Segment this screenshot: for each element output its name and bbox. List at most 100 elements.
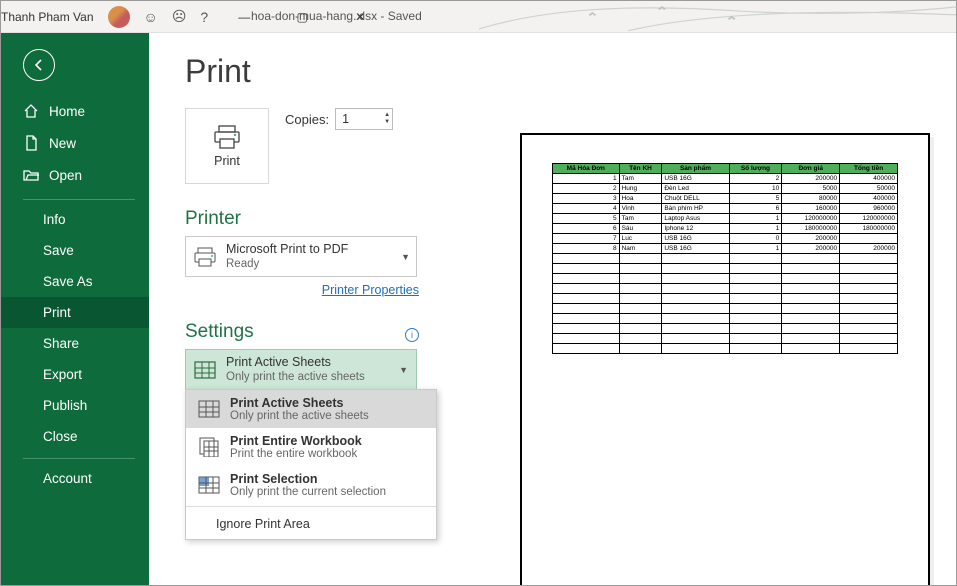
sidebar-label: Open xyxy=(49,168,82,183)
print-button[interactable]: Print xyxy=(185,108,269,184)
printer-icon xyxy=(212,124,242,150)
table-row-empty xyxy=(553,294,898,304)
sidebar-item-export[interactable]: Export xyxy=(1,359,149,390)
option-icon xyxy=(196,396,222,422)
print-page: Print Print Copies: 1 ▲▼ xyxy=(149,33,956,585)
sidebar-label: Export xyxy=(43,367,82,382)
sidebar-label: Save As xyxy=(43,274,93,289)
print-what-title: Print Active Sheets xyxy=(226,354,410,370)
sidebar-item-open[interactable]: Open xyxy=(1,159,149,191)
print-what-option[interactable]: Print Entire WorkbookPrint the entire wo… xyxy=(186,428,436,466)
printer-section-heading: Printer xyxy=(185,208,419,230)
new-icon xyxy=(23,135,39,151)
page-title: Print xyxy=(185,53,956,90)
sheets-icon xyxy=(192,357,218,383)
table-row: 6SáuIphone 121180000000180000000 xyxy=(553,224,898,234)
printer-device-icon xyxy=(192,244,218,270)
print-what-option[interactable]: Print Active SheetsOnly print the active… xyxy=(186,390,436,428)
feedback-frown-icon[interactable]: ☹ xyxy=(172,8,187,25)
preview-page: Mã Hóa ĐơnTên KHSản phẩmSố lượngĐơn giáT… xyxy=(520,133,930,585)
help-icon[interactable]: ? xyxy=(200,9,208,25)
option-title: Print Entire Workbook xyxy=(230,434,362,448)
option-title: Print Active Sheets xyxy=(230,396,369,410)
sidebar-item-print[interactable]: Print xyxy=(1,297,149,328)
table-header: Mã Hóa Đơn xyxy=(553,164,620,174)
sidebar-item-new[interactable]: New xyxy=(1,127,149,159)
copies-spinner[interactable]: ▲▼ xyxy=(384,112,390,126)
sidebar-label-account: Account xyxy=(43,471,92,486)
option-icon xyxy=(196,434,222,460)
table-row-empty xyxy=(553,334,898,344)
ignore-print-area[interactable]: Ignore Print Area xyxy=(186,509,436,539)
copies-value: 1 xyxy=(342,112,349,126)
printer-status: Ready xyxy=(226,257,393,272)
print-what-sub: Only print the active sheets xyxy=(226,370,410,385)
sidebar-label: Home xyxy=(49,104,85,119)
sidebar-separator-2 xyxy=(23,458,135,459)
table-row-empty xyxy=(553,264,898,274)
sidebar-separator xyxy=(23,199,135,200)
popup-separator xyxy=(186,506,436,507)
option-sub: Print the entire workbook xyxy=(230,448,362,460)
chevron-down-icon: ▼ xyxy=(401,252,410,262)
table-row: 7LucUSB 16G0200000 xyxy=(553,234,898,244)
user-avatar[interactable] xyxy=(108,6,130,28)
sidebar-item-publish[interactable]: Publish xyxy=(1,390,149,421)
open-icon xyxy=(23,167,39,183)
table-header: Tên KH xyxy=(619,164,662,174)
home-icon xyxy=(23,103,39,119)
window-title: hoa-don-mua-hang.xlsx - Saved xyxy=(251,9,422,23)
table-row: 8NamUSB 16G1200000200000 xyxy=(553,244,898,254)
sidebar-item-save-as[interactable]: Save As xyxy=(1,266,149,297)
printer-properties-link[interactable]: Printer Properties xyxy=(185,283,419,297)
table-row: 1TamUSB 16G2200000400000 xyxy=(553,174,898,184)
table-header: Tổng tiền xyxy=(840,164,898,174)
sidebar-label: New xyxy=(49,136,76,151)
back-button[interactable] xyxy=(23,49,55,81)
print-what-dropdown[interactable]: Print Active Sheets Only print the activ… xyxy=(185,349,417,390)
printer-dropdown[interactable]: Microsoft Print to PDF Ready ▼ xyxy=(185,236,417,277)
print-preview: Mã Hóa ĐơnTên KHSản phẩmSố lượngĐơn giáT… xyxy=(520,133,930,585)
table-header: Sản phẩm xyxy=(662,164,729,174)
table-row-empty xyxy=(553,324,898,334)
settings-section-heading: Settings xyxy=(185,321,419,343)
backstage-sidebar: Home New Open Info Save Save As Print Share Exp… xyxy=(1,33,149,585)
titlebar: hoa-don-mua-hang.xlsx - Saved Thanh Pham… xyxy=(1,1,956,33)
printer-name: Microsoft Print to PDF xyxy=(226,241,393,257)
copies-input[interactable]: 1 ▲▼ xyxy=(335,108,393,130)
table-row: 3HoaChuột DELL580000400000 xyxy=(553,194,898,204)
table-row: 4VinhBàn phím HP6160000960000 xyxy=(553,204,898,214)
table-row-empty xyxy=(553,314,898,324)
table-row-empty xyxy=(553,274,898,284)
sidebar-label: Info xyxy=(43,212,66,227)
titlebar-decoration xyxy=(479,1,956,33)
table-row-empty xyxy=(553,254,898,264)
option-sub: Only print the active sheets xyxy=(230,410,369,422)
sidebar-item-info[interactable]: Info xyxy=(1,204,149,235)
sidebar-item-account[interactable]: Account xyxy=(1,463,149,494)
sidebar-label: Save xyxy=(43,243,74,258)
sidebar-label: Share xyxy=(43,336,79,351)
table-header: Số lượng xyxy=(729,164,782,174)
sidebar-item-close[interactable]: Close xyxy=(1,421,149,452)
print-controls: Print Copies: 1 ▲▼ Printer i xyxy=(185,108,419,585)
back-arrow-icon xyxy=(32,58,46,72)
table-row: 5TamLaptop Asus1120000000120000000 xyxy=(553,214,898,224)
print-button-label: Print xyxy=(214,154,240,168)
chevron-down-icon: ▼ xyxy=(399,365,408,375)
printer-info-icon[interactable]: i xyxy=(405,328,419,342)
sidebar-label: Close xyxy=(43,429,78,444)
option-icon xyxy=(196,472,222,498)
print-what-option[interactable]: Print SelectionOnly print the current se… xyxy=(186,466,436,504)
copies-label: Copies: xyxy=(285,112,329,127)
sidebar-item-save[interactable]: Save xyxy=(1,235,149,266)
preview-table: Mã Hóa ĐơnTên KHSản phẩmSố lượngĐơn giáT… xyxy=(552,163,898,354)
sidebar-item-share[interactable]: Share xyxy=(1,328,149,359)
table-header: Đơn giá xyxy=(782,164,840,174)
print-what-popup: Print Active SheetsOnly print the active… xyxy=(185,389,437,540)
feedback-smile-icon[interactable]: ☺ xyxy=(144,9,158,25)
sidebar-item-home[interactable]: Home xyxy=(1,95,149,127)
table-row-empty xyxy=(553,304,898,314)
table-row-empty xyxy=(553,284,898,294)
table-row-empty xyxy=(553,344,898,354)
